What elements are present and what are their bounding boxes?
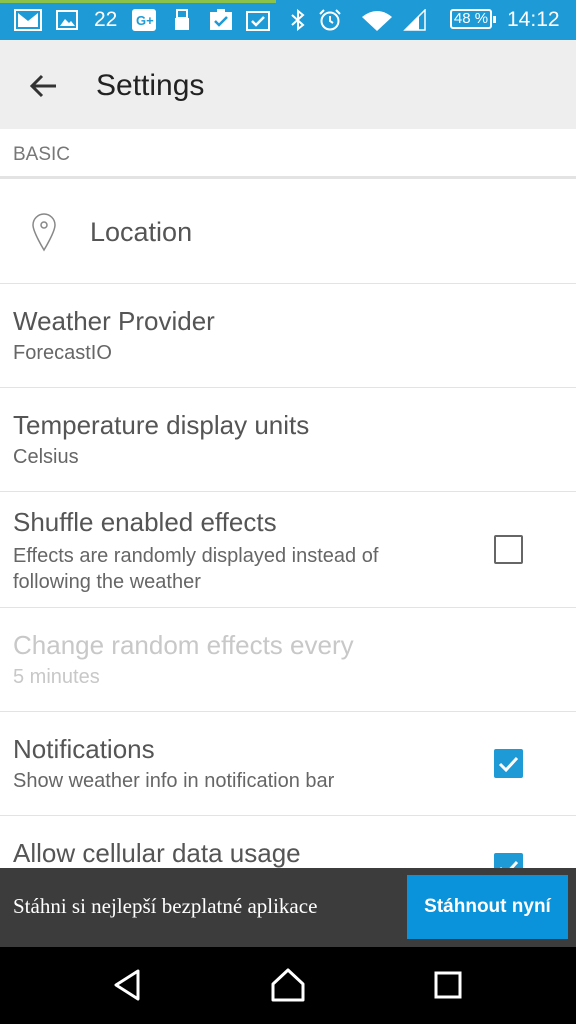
pref-notifications-summary: Show weather info in notification bar (13, 770, 335, 792)
usb-icon (175, 9, 189, 30)
shuffle-effects-checkbox[interactable] (494, 535, 523, 564)
pref-notifications[interactable]: Notifications Show weather info in notif… (0, 712, 576, 816)
alarm-icon (319, 9, 341, 31)
task-done-icon (210, 9, 232, 30)
check-icon (498, 756, 519, 773)
app-bar: Settings (0, 40, 576, 129)
back-triangle-icon[interactable] (108, 965, 148, 1005)
bluetooth-icon (291, 9, 305, 31)
back-button[interactable] (22, 64, 66, 108)
navigation-bar (0, 947, 576, 1024)
pref-shuffle-effects[interactable]: Shuffle enabled effects Effects are rand… (0, 492, 576, 608)
status-bar: 22 G+ 48 % 14:12 (0, 0, 576, 40)
pref-weather-provider-summary: ForecastIO (13, 342, 112, 364)
page-title: Settings (96, 69, 205, 102)
pref-shuffle-effects-summary-line2: following the weather (13, 571, 201, 593)
pref-shuffle-effects-summary-line1: Effects are randomly displayed instead o… (13, 545, 379, 567)
google-plus-icon: G+ (132, 9, 156, 31)
ad-banner-text: Stáhni si nejlepší bezplatné aplikace (13, 894, 318, 918)
battery-icon: 48 % (450, 9, 496, 29)
pref-cellular-data[interactable]: Allow cellular data usage (0, 816, 576, 869)
home-icon[interactable] (268, 965, 308, 1005)
pref-shuffle-effects-title: Shuffle enabled effects (13, 507, 277, 537)
clock: 14:12 (507, 8, 560, 31)
pref-temperature-units[interactable]: Temperature display units Celsius (0, 388, 576, 492)
pref-weather-provider[interactable]: Weather Provider ForecastIO (0, 284, 576, 388)
pref-cellular-data-title: Allow cellular data usage (13, 838, 301, 868)
pref-random-interval-summary: 5 minutes (13, 666, 100, 688)
wifi-icon (362, 11, 392, 31)
pref-random-interval-title: Change random effects every (13, 630, 354, 660)
preference-list[interactable]: BASIC Location Weather Provider Forecast… (0, 129, 576, 869)
section-header-basic: BASIC (0, 129, 576, 179)
pref-random-interval: Change random effects every 5 minutes (0, 608, 576, 712)
cellular-data-checkbox[interactable] (494, 853, 523, 869)
pref-location-title: Location (90, 217, 193, 247)
task-done-icon (246, 11, 270, 31)
ad-banner[interactable]: Stáhni si nejlepší bezplatné aplikace St… (0, 868, 576, 947)
check-icon (499, 860, 519, 869)
download-progress (0, 0, 276, 3)
notifications-checkbox[interactable] (494, 749, 523, 778)
pref-notifications-title: Notifications (13, 734, 155, 764)
location-pin-icon (32, 213, 56, 252)
pref-weather-provider-title: Weather Provider (13, 306, 215, 336)
recents-icon[interactable] (428, 965, 468, 1005)
arrow-left-icon (29, 74, 56, 98)
svg-text:G+: G+ (136, 13, 154, 28)
pref-temperature-units-summary: Celsius (13, 446, 79, 468)
gallery-icon (56, 10, 78, 30)
pref-temperature-units-title: Temperature display units (13, 410, 310, 440)
pref-location[interactable]: Location (0, 179, 576, 284)
download-now-button[interactable]: Stáhnout nyní (407, 875, 568, 939)
cell-signal-icon (403, 9, 426, 31)
notification-count: 22 (94, 8, 118, 31)
gmail-icon (14, 9, 42, 31)
